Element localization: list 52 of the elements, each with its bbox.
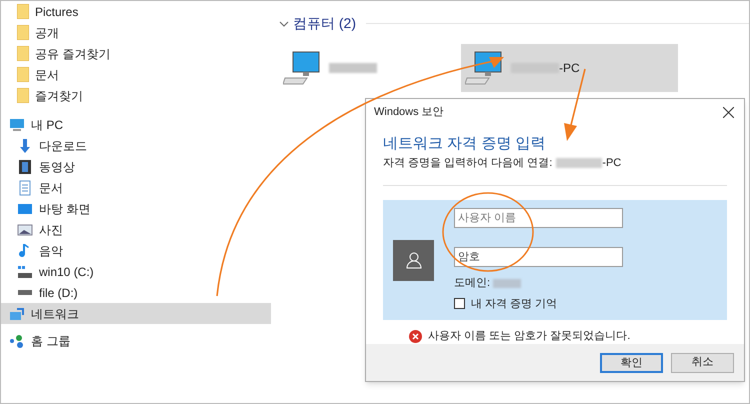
- homegroup-icon: [9, 332, 25, 348]
- folder-icon: [17, 25, 29, 40]
- domain-label: 도메인:: [454, 276, 490, 292]
- blurred-domain: [493, 278, 522, 288]
- computer-name: -PC: [559, 60, 580, 77]
- drive-icon: [17, 264, 33, 280]
- folder-icon: [17, 88, 29, 103]
- folder-icon: [17, 67, 29, 82]
- group-title: 컴퓨터 (2): [293, 14, 356, 33]
- close-icon[interactable]: [723, 106, 734, 118]
- nav-item[interactable]: 문서: [1, 64, 271, 85]
- nav-item[interactable]: 네트워크: [1, 303, 271, 324]
- dialog-button[interactable]: 취소: [671, 352, 734, 373]
- remember-checkbox[interactable]: [454, 298, 465, 310]
- dialog-subtitle: 자격 증명을 입력하여 다음에 연결:: [383, 156, 552, 171]
- user-icon: [404, 251, 422, 270]
- computer-item[interactable]: -PC: [461, 44, 678, 92]
- nav-item[interactable]: Pictures: [1, 1, 271, 22]
- nav-item[interactable]: 공유 즐겨찾기: [1, 43, 271, 64]
- picture-icon: [17, 222, 33, 238]
- username-field[interactable]: 사용자 이름: [454, 208, 623, 228]
- folder-icon: [17, 4, 29, 19]
- error-message: 사용자 이름 또는 암호가 잘못되었습니다.: [428, 328, 630, 344]
- password-field[interactable]: 암호: [454, 247, 623, 268]
- drive-icon: [17, 290, 33, 295]
- dialog-heading: 네트워크 자격 증명 입력: [383, 134, 547, 153]
- nav-item[interactable]: 문서: [1, 177, 271, 198]
- remember-label: 내 자격 증명 기억: [471, 296, 558, 312]
- network-icon: [9, 306, 25, 322]
- dialog-title: Windows 보안: [374, 105, 444, 120]
- nav-item[interactable]: file (D:): [1, 282, 271, 303]
- error-icon: [409, 330, 422, 343]
- film-icon: [17, 158, 33, 174]
- down-arrow-icon: [17, 138, 33, 154]
- nav-item[interactable]: 다운로드: [1, 135, 271, 156]
- nav-item[interactable]: 사진: [1, 219, 271, 240]
- nav-item[interactable]: 홈 그룹: [1, 330, 271, 351]
- monitor-icon: [9, 116, 25, 132]
- dialog-button[interactable]: 확인: [600, 352, 663, 373]
- nav-item[interactable]: 음악: [1, 240, 271, 261]
- blurred-name: [329, 63, 377, 73]
- nav-item[interactable]: 내 PC: [1, 114, 271, 135]
- nav-item[interactable]: 동영상: [1, 156, 271, 177]
- blurred-name: [556, 158, 602, 168]
- nav-item[interactable]: 즐겨찾기: [1, 85, 271, 106]
- document-icon: [17, 180, 33, 196]
- computer-name: -PC: [602, 156, 622, 171]
- folder-icon: [17, 46, 29, 61]
- nav-item[interactable]: win10 (C:): [1, 261, 271, 282]
- nav-item[interactable]: 공개: [1, 22, 271, 43]
- nav-item[interactable]: 바탕 화면: [1, 198, 271, 219]
- chevron-icon[interactable]: [279, 18, 289, 28]
